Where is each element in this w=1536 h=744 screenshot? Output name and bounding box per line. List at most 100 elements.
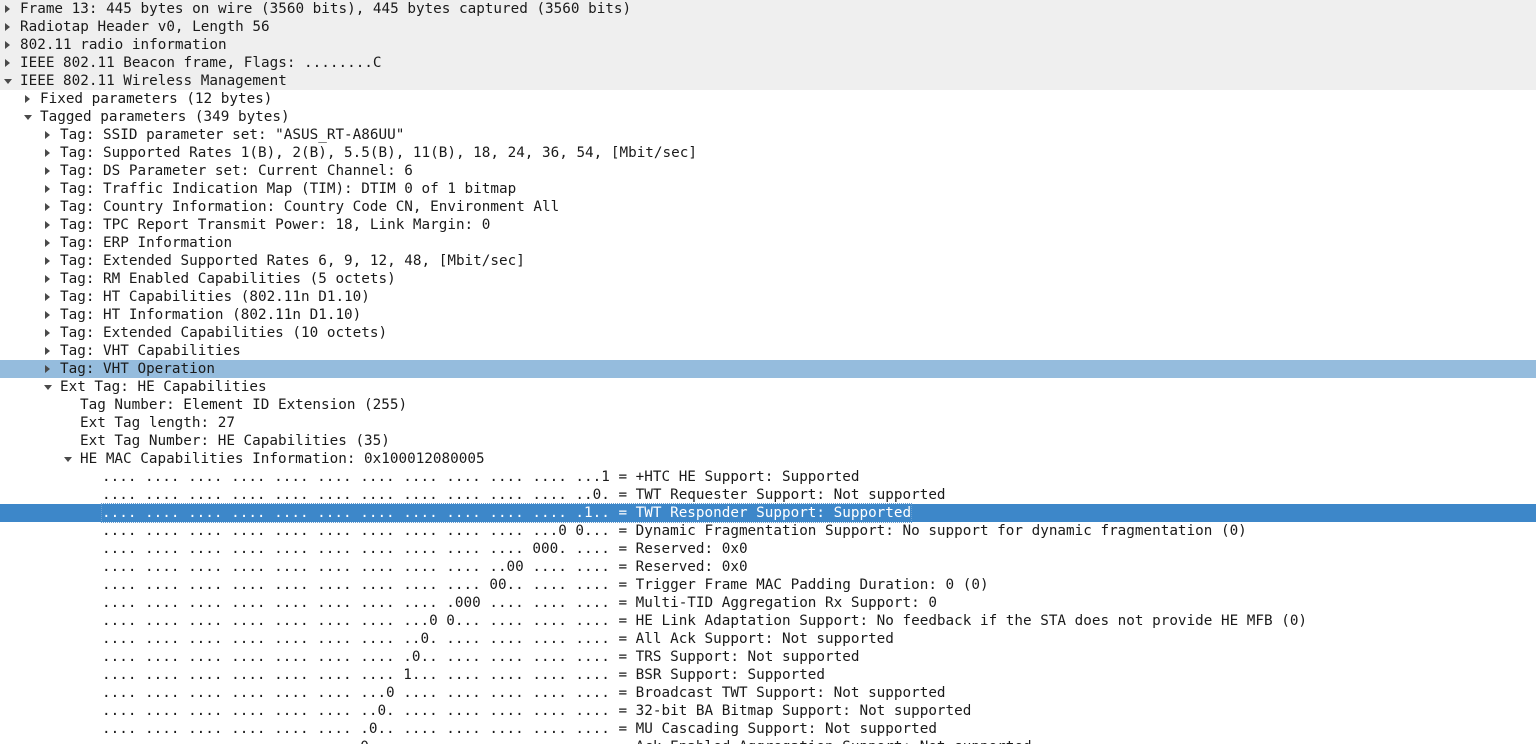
tree-row-label: Radiotap Header v0, Length 56 — [20, 19, 270, 35]
chevron-right-icon[interactable] — [43, 234, 53, 252]
tree-row[interactable]: HE MAC Capabilities Information: 0x10001… — [0, 450, 1536, 468]
tree-row-label: Tag: VHT Operation — [60, 361, 215, 377]
tree-row[interactable]: Ext Tag length: 27 — [0, 414, 1536, 432]
tree-row[interactable]: Ext Tag Number: HE Capabilities (35) — [0, 432, 1536, 450]
tree-row[interactable]: Tag: DS Parameter set: Current Channel: … — [0, 162, 1536, 180]
tree-row[interactable]: Tag: Extended Capabilities (10 octets) — [0, 324, 1536, 342]
tree-row[interactable]: .... .... .... .... .... .... .... .... … — [0, 594, 1536, 612]
tree-row[interactable]: IEEE 802.11 Wireless Management — [0, 72, 1536, 90]
chevron-down-icon[interactable] — [23, 108, 33, 126]
tree-row-label: .... .... .... .... .... .... .... .... … — [102, 541, 748, 557]
tree-row-label: Ext Tag Number: HE Capabilities (35) — [80, 433, 390, 449]
tree-row-label: Tag: TPC Report Transmit Power: 18, Link… — [60, 217, 491, 233]
tree-row-label: .... .... .... .... .... .... .... .... … — [102, 523, 1247, 539]
tree-row-label: .... .... .... .... .... .... .... .... … — [102, 469, 860, 485]
tree-row[interactable]: .... .... .... .... .... .... .... ...0 … — [0, 612, 1536, 630]
tree-row[interactable]: Tag: ERP Information — [0, 234, 1536, 252]
chevron-right-icon[interactable] — [43, 252, 53, 270]
tree-row-label: .... .... .... .... .... .... ..0. .... … — [102, 703, 972, 719]
tree-row-label: .... .... .... .... .... .... .... 1... … — [102, 667, 826, 683]
tree-row[interactable]: .... .... .... .... .... .... .... .... … — [0, 468, 1536, 486]
tree-row[interactable]: .... .... .... .... .... .... .0.. .... … — [0, 720, 1536, 738]
tree-row[interactable]: 802.11 radio information — [0, 36, 1536, 54]
tree-row[interactable]: Tag: RM Enabled Capabilities (5 octets) — [0, 270, 1536, 288]
tree-row[interactable]: .... .... .... .... .... .... .... .... … — [0, 522, 1536, 540]
tree-row[interactable]: Tag: TPC Report Transmit Power: 18, Link… — [0, 216, 1536, 234]
tree-row[interactable]: Tag: HT Information (802.11n D1.10) — [0, 306, 1536, 324]
tree-row[interactable]: Tag: Traffic Indication Map (TIM): DTIM … — [0, 180, 1536, 198]
tree-row[interactable]: .... .... .... .... .... .... .... .... … — [0, 558, 1536, 576]
tree-row[interactable]: Tag: Extended Supported Rates 6, 9, 12, … — [0, 252, 1536, 270]
tree-row[interactable]: .... .... .... .... .... .... .... .0.. … — [0, 648, 1536, 666]
tree-row[interactable]: .... .... .... .... .... .... .... .... … — [0, 540, 1536, 558]
chevron-right-icon[interactable] — [3, 0, 13, 18]
tree-row[interactable]: .... .... .... .... .... .... .... .... … — [0, 576, 1536, 594]
chevron-right-icon[interactable] — [43, 198, 53, 216]
chevron-down-icon[interactable] — [63, 450, 73, 468]
tree-row[interactable]: .... .... .... .... .... .... ..0. .... … — [0, 702, 1536, 720]
tree-row[interactable]: Tag: HT Capabilities (802.11n D1.10) — [0, 288, 1536, 306]
tree-row-label: Tag: VHT Capabilities — [60, 343, 241, 359]
chevron-right-icon[interactable] — [43, 288, 53, 306]
tree-row-label: HE MAC Capabilities Information: 0x10001… — [80, 451, 485, 467]
chevron-right-icon[interactable] — [43, 144, 53, 162]
tree-row[interactable]: .... .... .... .... .... .... 0... .... … — [0, 738, 1536, 744]
tree-row-label: .... .... .... .... .... .... .... .... … — [102, 577, 989, 593]
tree-row-label: 802.11 radio information — [20, 37, 227, 53]
tree-row[interactable]: Tagged parameters (349 bytes) — [0, 108, 1536, 126]
tree-row-label: Tag: Extended Supported Rates 6, 9, 12, … — [60, 253, 525, 269]
tree-row-label: Frame 13: 445 bytes on wire (3560 bits),… — [20, 1, 632, 17]
chevron-right-icon[interactable] — [23, 90, 33, 108]
chevron-right-icon[interactable] — [43, 126, 53, 144]
tree-row[interactable]: Tag: SSID parameter set: "ASUS_RT-A86UU" — [0, 126, 1536, 144]
tree-row-label: .... .... .... .... .... .... .... .... … — [102, 595, 937, 611]
chevron-right-icon[interactable] — [3, 18, 13, 36]
tree-row[interactable]: .... .... .... .... .... .... .... .... … — [0, 486, 1536, 504]
chevron-right-icon[interactable] — [43, 216, 53, 234]
packet-details-tree[interactable]: Frame 13: 445 bytes on wire (3560 bits),… — [0, 0, 1536, 744]
tree-row[interactable]: Radiotap Header v0, Length 56 — [0, 18, 1536, 36]
tree-row-label: .... .... .... .... .... .... .0.. .... … — [102, 721, 937, 737]
tree-row-label: .... .... .... .... .... .... .... ..0. … — [102, 631, 894, 647]
chevron-right-icon[interactable] — [3, 54, 13, 72]
tree-row-label: .... .... .... .... .... .... .... .... … — [102, 487, 946, 503]
tree-row[interactable]: Frame 13: 445 bytes on wire (3560 bits),… — [0, 0, 1536, 18]
chevron-right-icon[interactable] — [43, 270, 53, 288]
tree-row-label: Fixed parameters (12 bytes) — [40, 91, 273, 107]
chevron-right-icon[interactable] — [43, 180, 53, 198]
tree-row-label: IEEE 802.11 Wireless Management — [20, 73, 287, 89]
tree-row[interactable]: IEEE 802.11 Beacon frame, Flags: .......… — [0, 54, 1536, 72]
chevron-right-icon[interactable] — [43, 324, 53, 342]
chevron-down-icon[interactable] — [3, 72, 13, 90]
tree-row[interactable]: Tag: VHT Operation — [0, 360, 1536, 378]
chevron-right-icon[interactable] — [43, 162, 53, 180]
tree-row-label: .... .... .... .... .... .... .... .... … — [100, 503, 913, 523]
tree-row[interactable]: Ext Tag: HE Capabilities — [0, 378, 1536, 396]
tree-row-label: IEEE 802.11 Beacon frame, Flags: .......… — [20, 55, 382, 71]
tree-row-label: Tag: HT Capabilities (802.11n D1.10) — [60, 289, 370, 305]
tree-row-label: Tag Number: Element ID Extension (255) — [80, 397, 408, 413]
tree-row[interactable]: Tag: VHT Capabilities — [0, 342, 1536, 360]
tree-row-label: Tag: Traffic Indication Map (TIM): DTIM … — [60, 181, 517, 197]
chevron-right-icon[interactable] — [43, 306, 53, 324]
tree-row[interactable]: Tag: Country Information: Country Code C… — [0, 198, 1536, 216]
tree-row[interactable]: .... .... .... .... .... .... .... .... … — [0, 503, 1536, 523]
tree-row[interactable]: .... .... .... .... .... .... .... 1... … — [0, 666, 1536, 684]
tree-row[interactable]: Tag: Supported Rates 1(B), 2(B), 5.5(B),… — [0, 144, 1536, 162]
tree-row-label: Tag: ERP Information — [60, 235, 233, 251]
tree-row-label: .... .... .... .... .... .... ...0 .... … — [102, 685, 946, 701]
chevron-right-icon[interactable] — [43, 360, 53, 378]
tree-row-label: Tag: RM Enabled Capabilities (5 octets) — [60, 271, 396, 287]
tree-row[interactable]: Fixed parameters (12 bytes) — [0, 90, 1536, 108]
tree-row-label: Ext Tag length: 27 — [80, 415, 235, 431]
tree-row-label: Tag: HT Information (802.11n D1.10) — [60, 307, 362, 323]
tree-row-label: Tag: SSID parameter set: "ASUS_RT-A86UU" — [60, 127, 405, 143]
tree-row-label: .... .... .... .... .... .... .... .0.. … — [102, 649, 860, 665]
tree-row[interactable]: .... .... .... .... .... .... .... ..0. … — [0, 630, 1536, 648]
tree-row[interactable]: .... .... .... .... .... .... ...0 .... … — [0, 684, 1536, 702]
chevron-right-icon[interactable] — [43, 342, 53, 360]
tree-row-label: .... .... .... .... .... .... .... .... … — [102, 559, 748, 575]
chevron-down-icon[interactable] — [43, 378, 53, 396]
chevron-right-icon[interactable] — [3, 36, 13, 54]
tree-row[interactable]: Tag Number: Element ID Extension (255) — [0, 396, 1536, 414]
